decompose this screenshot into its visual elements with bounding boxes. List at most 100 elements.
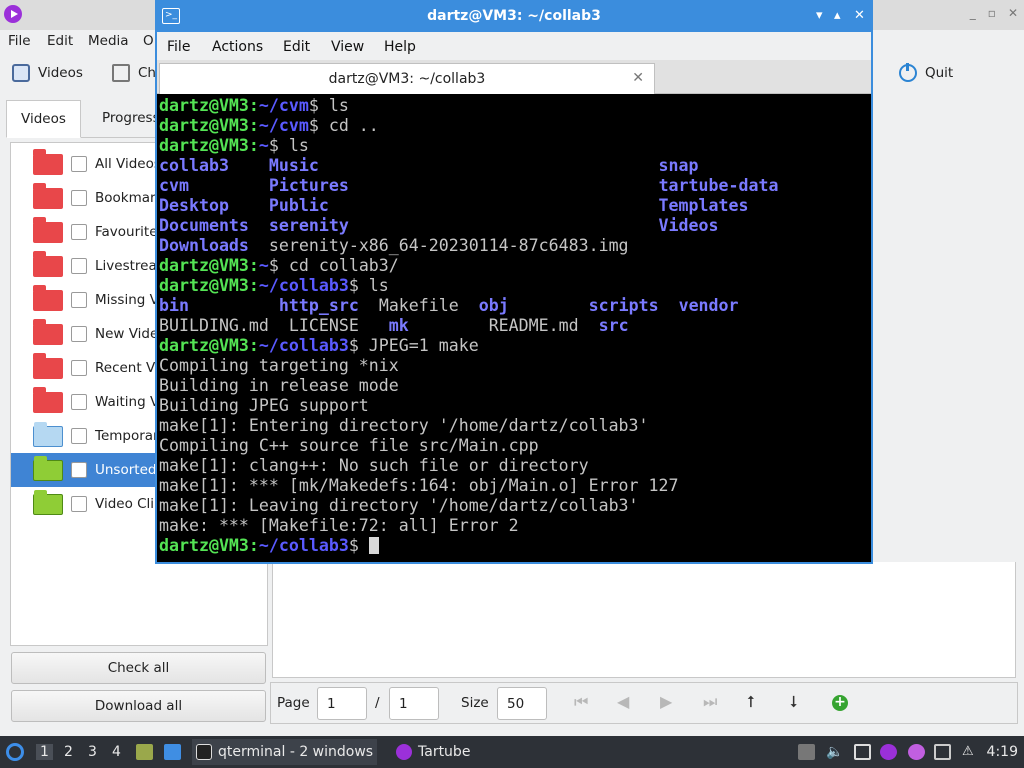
menu-media[interactable]: Media: [88, 33, 129, 49]
page-size-input[interactable]: 50: [497, 687, 547, 720]
folder-icon: [33, 318, 63, 345]
folder-checkbox[interactable]: [71, 224, 87, 240]
clock[interactable]: 4:19: [987, 744, 1018, 760]
close-tab-icon[interactable]: ✕: [632, 70, 644, 86]
check-all-button[interactable]: Check all: [11, 652, 266, 684]
terminal-text: scripts: [588, 296, 659, 315]
maximize-icon[interactable]: ▴: [834, 8, 841, 23]
close-icon[interactable]: ✕: [854, 8, 865, 23]
folder-checkbox[interactable]: [71, 190, 87, 206]
workspace-2[interactable]: 2: [64, 744, 73, 760]
terminal-text: $: [348, 536, 369, 555]
next-page-icon[interactable]: ▶: [660, 692, 672, 711]
download-all-button[interactable]: Download all: [11, 690, 266, 722]
folder-checkbox[interactable]: [71, 258, 87, 274]
terminal-text: mk: [388, 316, 409, 335]
terminal-line: Downloads serenity-x86_64-20230114-87c64…: [159, 236, 629, 256]
terminal-screen[interactable]: dartz@VM3:~/cvm$ ls dartz@VM3:~/cvm$ cd .…: [158, 96, 870, 562]
term-menu-actions[interactable]: Actions: [212, 39, 263, 55]
terminal-line: make[1]: Entering directory '/home/dartz…: [159, 416, 649, 436]
workspace-4[interactable]: 4: [112, 744, 121, 760]
terminal-tab-label: dartz@VM3: ~/collab3: [328, 71, 486, 87]
menu-file[interactable]: File: [8, 33, 31, 49]
keyboard-icon[interactable]: [934, 744, 951, 760]
folder-checkbox[interactable]: [71, 496, 87, 512]
folder-checkbox[interactable]: [71, 462, 87, 478]
terminal-text: dartz@VM3:: [159, 336, 259, 355]
terminal-text: ~: [258, 136, 269, 155]
scroll-down-icon[interactable]: ⭣: [790, 692, 798, 712]
files-launcher-icon[interactable]: [136, 744, 153, 760]
tab-videos[interactable]: Videos: [6, 100, 81, 138]
restore-icon[interactable]: ▫: [988, 6, 996, 20]
terminal-text: ~/collab3: [258, 276, 349, 295]
terminal-line: dartz@VM3:~/collab3$ ls: [159, 276, 389, 296]
folder-checkbox[interactable]: [71, 360, 87, 376]
term-menu-view[interactable]: View: [331, 39, 364, 55]
last-page-icon[interactable]: ⏭: [703, 692, 717, 712]
close-icon[interactable]: ✕: [1008, 6, 1018, 20]
folder-icon: [33, 148, 63, 175]
taskbar-qterminal[interactable]: qterminal - 2 windows: [192, 739, 378, 765]
taskbar-tartube[interactable]: Tartube: [392, 739, 474, 765]
show-desktop-icon[interactable]: [164, 744, 181, 760]
videos-tool-button[interactable]: Videos: [12, 64, 83, 82]
folder-label: Recent Vi: [95, 360, 159, 376]
menu-options[interactable]: O: [143, 33, 154, 49]
folder-icon: [33, 421, 63, 447]
menu-edit[interactable]: Edit: [47, 33, 73, 49]
terminal-text: dartz@VM3:: [159, 256, 259, 275]
videos-tool-label: Videos: [38, 65, 83, 81]
start-menu-icon[interactable]: [6, 743, 24, 761]
scroll-up-icon[interactable]: ⭡: [747, 692, 755, 712]
quit-label: Quit: [925, 65, 954, 81]
clipboard-icon[interactable]: [854, 744, 871, 760]
minimize-icon[interactable]: _: [970, 6, 976, 20]
workspace-1[interactable]: 1: [36, 744, 53, 760]
terminal-titlebar[interactable]: >_ dartz@VM3: ~/collab3 ▾ ▴ ✕: [157, 2, 871, 32]
add-icon[interactable]: +: [832, 695, 848, 711]
terminal-text: make[1]: clang++: No such file or direct…: [159, 456, 589, 475]
terminal-text: dartz@VM3:: [159, 96, 259, 115]
terminal-text: ~: [258, 256, 269, 275]
minimize-icon[interactable]: ▾: [816, 8, 823, 23]
terminal-tab[interactable]: dartz@VM3: ~/collab3 ✕: [159, 63, 655, 94]
folder-checkbox[interactable]: [71, 292, 87, 308]
previous-page-icon[interactable]: ◀: [617, 692, 629, 711]
terminal-text: ~/collab3: [258, 336, 349, 355]
first-page-icon[interactable]: ⏮: [574, 692, 588, 712]
terminal-text: http_src: [278, 296, 359, 315]
tartube-tray-icon-2[interactable]: [908, 744, 925, 760]
folder-checkbox[interactable]: [71, 428, 87, 444]
terminal-text: snap: [658, 156, 699, 175]
channels-tool-button[interactable]: Ch: [112, 64, 156, 82]
term-menu-edit[interactable]: Edit: [283, 39, 310, 55]
notification-icon[interactable]: ⚠: [962, 744, 979, 760]
tartube-window-controls: _ ▫ ✕: [970, 6, 1018, 20]
folder-checkbox[interactable]: [71, 326, 87, 342]
volume-icon[interactable]: 🔈: [826, 744, 843, 760]
term-menu-file[interactable]: File: [167, 39, 190, 55]
term-menu-help[interactable]: Help: [384, 39, 416, 55]
page-separator: /: [375, 695, 380, 711]
folder-checkbox[interactable]: [71, 394, 87, 410]
page-input[interactable]: 1: [317, 687, 367, 720]
folder-checkbox[interactable]: [71, 156, 87, 172]
quit-button[interactable]: Quit: [899, 63, 954, 82]
folder-label: Bookmar: [95, 190, 156, 206]
terminal-text: $ ls: [268, 136, 309, 155]
terminal-line: Desktop Public Templates: [159, 196, 748, 216]
terminal-text: $ ls: [348, 276, 389, 295]
workspace-3[interactable]: 3: [88, 744, 97, 760]
terminal-line: dartz@VM3:~/collab3$: [159, 536, 379, 556]
battery-icon[interactable]: [798, 744, 815, 760]
tartube-tray-icon[interactable]: [880, 744, 897, 760]
terminal-line: Documents serenity Videos: [159, 216, 719, 236]
